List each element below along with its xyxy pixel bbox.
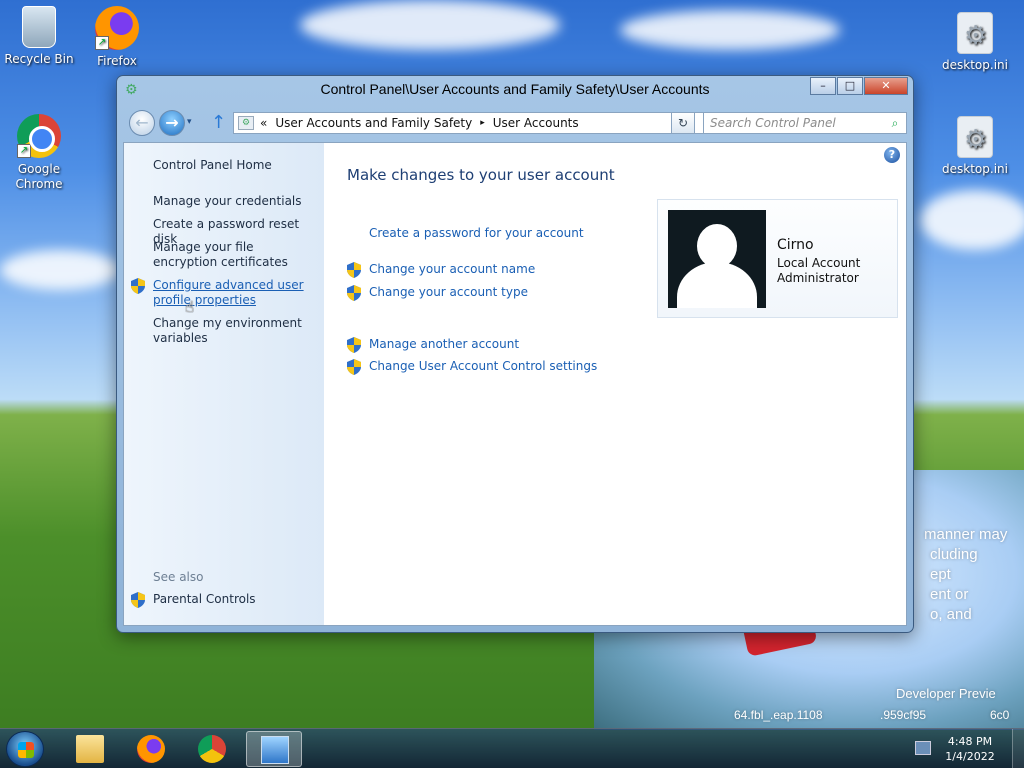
desktop-icon-desktop-ini-2[interactable]: desktop.ini	[940, 116, 1010, 177]
desktop-icon-desktop-ini[interactable]: desktop.ini	[940, 12, 1010, 73]
wallpaper-text: ept	[930, 566, 951, 583]
forward-button[interactable]: →	[159, 110, 185, 136]
recycle-bin-icon	[22, 6, 56, 48]
control-panel-home-link[interactable]: Control Panel Home	[153, 158, 318, 173]
maximize-button[interactable]: □	[837, 77, 863, 95]
back-button[interactable]: ←	[129, 110, 155, 136]
desktop-icon-recycle-bin[interactable]: Recycle Bin	[4, 6, 74, 67]
breadcrumb-item[interactable]: User Accounts	[493, 116, 579, 130]
search-icon[interactable]: ⌕	[884, 116, 906, 131]
desktop-icon-label: desktop.ini	[942, 162, 1008, 176]
clock-date: 1/4/2022	[945, 750, 995, 763]
clock-time: 4:48 PM	[947, 735, 993, 748]
uac-shield-icon	[347, 285, 361, 301]
network-icon[interactable]	[915, 741, 931, 755]
uac-settings-link[interactable]: Change User Account Control settings	[369, 359, 597, 373]
recent-pages-dropdown[interactable]: ▾	[187, 117, 192, 127]
parental-controls-link[interactable]: Parental Controls	[153, 592, 318, 607]
manage-credentials-link[interactable]: Manage your credentials	[153, 194, 318, 209]
up-level-button[interactable]: ↑	[211, 112, 226, 133]
control-panel-icon	[261, 736, 289, 764]
wallpaper-text: 64.fbl_.eap.1108	[734, 708, 823, 722]
show-desktop-button[interactable]	[1012, 729, 1024, 768]
wallpaper-text: cluding	[930, 546, 978, 563]
account-role: Administrator	[777, 271, 859, 285]
account-type: Local Account	[777, 256, 861, 270]
desktop-icon-chrome[interactable]: ↗ Google Chrome	[4, 114, 74, 192]
search-box[interactable]: ⌕	[703, 112, 907, 134]
account-tile: Cirno Local Account Administrator	[657, 199, 898, 318]
desktop-icon-firefox[interactable]: ↗ Firefox	[82, 6, 152, 69]
taskbar-control-panel[interactable]	[246, 731, 302, 767]
file-explorer-icon	[76, 735, 104, 763]
refresh-button[interactable]: ↻	[671, 112, 695, 134]
change-account-name-link[interactable]: Change your account name	[369, 262, 535, 276]
breadcrumb-overflow-chevron[interactable]: «	[260, 116, 267, 130]
title-bar[interactable]: ⚙ Control Panel\User Accounts and Family…	[117, 76, 913, 104]
settings-file-icon	[957, 116, 993, 158]
taskbar-file-explorer[interactable]	[62, 731, 118, 767]
desktop-icon-label: Firefox	[97, 54, 137, 68]
page-heading: Make changes to your user account	[347, 166, 615, 184]
window-title: Control Panel\User Accounts and Family S…	[320, 81, 710, 97]
left-pane: Control Panel Home Manage your credentia…	[124, 143, 324, 625]
taskbar-chrome[interactable]	[184, 731, 240, 767]
manage-another-account-link[interactable]: Manage another account	[369, 337, 519, 351]
minimize-button[interactable]: –	[810, 77, 836, 95]
wallpaper-text: manner may	[924, 526, 1008, 543]
uac-shield-icon	[347, 337, 361, 353]
account-name: Cirno	[777, 237, 814, 253]
address-bar[interactable]: ⚙ « User Accounts and Family Safety ▸ Us…	[233, 112, 721, 134]
chrome-icon	[198, 735, 226, 763]
see-also-label: See also	[153, 570, 204, 584]
control-panel-icon: ⚙	[238, 116, 254, 130]
uac-shield-icon	[347, 359, 361, 375]
window-content: Control Panel Home Manage your credentia…	[123, 142, 907, 626]
desktop-icon-label: Recycle Bin	[4, 52, 74, 66]
chrome-icon: ↗	[17, 114, 61, 158]
settings-file-icon	[957, 12, 993, 54]
uac-shield-icon	[131, 278, 145, 294]
clock[interactable]: 4:48 PM 1/4/2022	[940, 734, 1000, 764]
close-button[interactable]: ✕	[864, 77, 908, 95]
navigation-bar: ← → ▾ ↑ ⚙ « User Accounts and Family Saf…	[123, 108, 907, 138]
uac-shield-icon	[131, 592, 145, 608]
shortcut-arrow-icon: ↗	[95, 36, 109, 50]
taskbar: 4:48 PM 1/4/2022	[0, 728, 1024, 768]
breadcrumb-item[interactable]: User Accounts and Family Safety	[275, 116, 472, 130]
control-panel-window: ⚙ Control Panel\User Accounts and Family…	[116, 75, 914, 633]
hand-cursor-icon: ☝	[185, 298, 195, 316]
wallpaper-text: o, and	[930, 606, 972, 623]
shortcut-arrow-icon: ↗	[17, 144, 31, 158]
search-input[interactable]	[710, 116, 884, 130]
wallpaper-text: ent or	[930, 586, 969, 603]
firefox-icon: ↗	[95, 6, 139, 50]
start-button[interactable]	[6, 731, 44, 767]
file-encryption-certificates-link[interactable]: Manage your file encryption certificates	[153, 240, 318, 270]
desktop-icon-label: desktop.ini	[942, 58, 1008, 72]
taskbar-firefox[interactable]	[123, 731, 179, 767]
avatar	[668, 210, 766, 308]
wallpaper-text: .959cf95	[880, 708, 927, 722]
wallpaper-text: 6c0	[990, 708, 1010, 722]
advanced-profile-properties-link[interactable]: Configure advanced user profile properti…	[153, 278, 318, 308]
help-icon[interactable]: ?	[884, 147, 900, 163]
create-password-link[interactable]: Create a password for your account	[369, 226, 584, 240]
breadcrumb-separator-icon[interactable]: ▸	[480, 118, 485, 128]
firefox-icon	[137, 735, 165, 763]
uac-shield-icon	[347, 262, 361, 278]
change-account-type-link[interactable]: Change your account type	[369, 285, 528, 299]
wallpaper-text: Developer Previe	[896, 686, 996, 701]
environment-variables-link[interactable]: Change my environment variables	[153, 316, 318, 346]
desktop-icon-label: Google Chrome	[15, 162, 63, 191]
